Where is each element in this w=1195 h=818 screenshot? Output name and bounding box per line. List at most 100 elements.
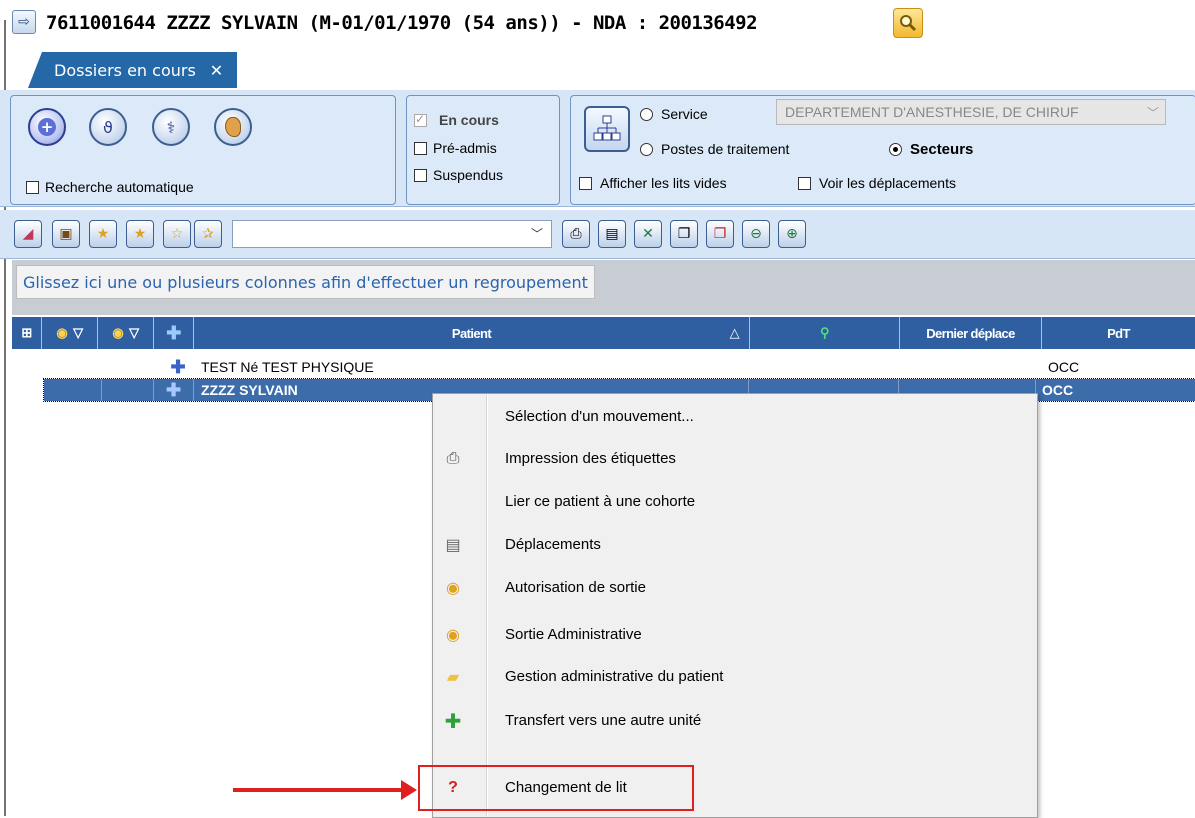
menu-item-label: Impression des étiquettes: [505, 450, 676, 467]
pre-admis-checkbox[interactable]: [414, 141, 427, 155]
sort-ascending-icon: △: [729, 325, 740, 340]
caduceus-button[interactable]: ⚕: [152, 108, 190, 146]
zoom-in-button[interactable]: ⊕: [778, 220, 806, 248]
navigate-button[interactable]: ⇨: [12, 10, 36, 34]
en-cours-label: En cours: [439, 112, 499, 128]
org-chart-icon: [593, 115, 621, 141]
exit-icon: ◉: [56, 325, 68, 340]
postes-label: Postes de traitement: [661, 141, 790, 157]
suspendus-checkbox[interactable]: [414, 168, 427, 182]
suspendus-option[interactable]: Suspendus: [414, 167, 503, 183]
column-pdt[interactable]: PdT: [1042, 317, 1195, 349]
tab-dossiers-en-cours[interactable]: Dossiers en cours ✕: [28, 52, 238, 88]
menu-item-label: Gestion administrative du patient: [505, 668, 724, 685]
star-remove-icon: ★: [133, 226, 147, 242]
transfer-plus-icon[interactable]: ✚: [154, 379, 194, 401]
favorite-remove-button[interactable]: ★: [126, 220, 154, 248]
organization-button[interactable]: [584, 106, 630, 152]
empty-beds-option[interactable]: Afficher les lits vides: [579, 175, 727, 191]
service-radio[interactable]: [640, 107, 653, 121]
delete-copy-button[interactable]: ❐: [706, 220, 734, 248]
column-chooser-icon[interactable]: ⊞: [12, 317, 42, 349]
zoom-out-icon: ⊖: [750, 226, 762, 242]
annotation-arrow-head: [401, 780, 417, 800]
secteurs-label: Secteurs: [910, 141, 974, 158]
copy-button[interactable]: ❐: [670, 220, 698, 248]
menu-item-label: Sélection d'un mouvement...: [505, 408, 694, 425]
table-row[interactable]: ✚ TEST Né TEST PHYSIQUE OCC: [12, 356, 1195, 378]
service-select[interactable]: DEPARTEMENT D'ANESTHESIE, DE CHIRUF ﹀: [776, 99, 1166, 125]
folder-icon: ▰: [446, 669, 460, 686]
ear-button[interactable]: [214, 108, 252, 146]
postes-option[interactable]: Postes de traitement: [640, 141, 789, 157]
moves-checkbox[interactable]: [798, 176, 811, 190]
patient-search-button[interactable]: [893, 8, 923, 38]
pre-admis-label: Pré-admis: [433, 140, 497, 156]
chevron-down-icon: ﹀: [530, 227, 543, 241]
upload-box-icon: ▣: [59, 226, 73, 242]
menu-item-autorisation-sortie[interactable]: ◉ Autorisation de sortie: [433, 567, 1035, 609]
zoom-in-icon: ⊕: [786, 226, 798, 242]
favorite-select-button[interactable]: ✰: [194, 220, 222, 248]
filter-icon: ▽: [73, 325, 83, 340]
moves-option[interactable]: Voir les déplacements: [798, 175, 956, 191]
menu-item-gestion-administrative[interactable]: ▰ Gestion administrative du patient: [433, 656, 1035, 698]
column-exit-filter[interactable]: ◉ ▽: [42, 317, 98, 349]
close-tab-icon[interactable]: ✕: [210, 61, 223, 80]
add-patient-button[interactable]: +: [28, 108, 66, 146]
green-plus-icon: ✚: [444, 710, 462, 733]
eraser-button[interactable]: ◢: [14, 220, 42, 248]
service-label: Service: [661, 106, 708, 122]
admin-exit-icon: ◉: [446, 627, 460, 644]
document-icon: ▤: [605, 226, 619, 242]
menu-item-selection-mouvement[interactable]: Sélection d'un mouvement...: [433, 396, 1035, 438]
column-patient[interactable]: Patient △: [194, 317, 750, 349]
menu-item-deplacements[interactable]: ▤ Déplacements: [433, 524, 1035, 566]
secteurs-option[interactable]: Secteurs: [889, 141, 973, 158]
secteurs-radio[interactable]: [889, 143, 902, 156]
zoom-out-button[interactable]: ⊖: [742, 220, 770, 248]
patient-title: 7611001644 ZZZZ SYLVAIN (M-01/01/1970 (5…: [46, 12, 758, 34]
document-button[interactable]: ▤: [598, 220, 626, 248]
auto-search-checkbox[interactable]: [26, 180, 39, 194]
person-icon: ⚲: [820, 325, 830, 340]
transfer-plus-icon[interactable]: ✚: [160, 356, 196, 378]
view-selector[interactable]: ﹀: [232, 220, 552, 248]
en-cours-checkbox[interactable]: [414, 112, 427, 127]
annotation-arrow-line: [233, 788, 403, 792]
menu-item-transfert[interactable]: ✚ Transfert vers une autre unité: [433, 700, 1035, 742]
document-icon: ▤: [445, 537, 461, 554]
column-pdt-label: PdT: [1107, 325, 1130, 341]
column-patient-label: Patient: [451, 325, 492, 341]
service-option[interactable]: Service: [640, 106, 708, 122]
excel-icon: ✕: [642, 226, 654, 242]
suspendus-label: Suspendus: [433, 167, 504, 183]
filter-icon: ▽: [129, 325, 139, 340]
excel-button[interactable]: ✕: [634, 220, 662, 248]
pre-admis-option[interactable]: Pré-admis: [414, 140, 497, 156]
menu-item-sortie-administrative[interactable]: ◉ Sortie Administrative: [433, 614, 1035, 656]
postes-radio[interactable]: [640, 142, 653, 156]
column-transfer[interactable]: ✚: [154, 317, 194, 349]
favorite-add-button[interactable]: ★: [89, 220, 117, 248]
patient-name: TEST Né TEST PHYSIQUE: [201, 359, 374, 375]
moves-label: Voir les déplacements: [819, 175, 956, 191]
column-person[interactable]: ⚲: [750, 317, 900, 349]
row-cell: [102, 379, 154, 401]
printer-icon: ⎙: [570, 226, 582, 242]
export-button[interactable]: ▣: [52, 220, 80, 248]
print-button[interactable]: ⎙: [562, 220, 590, 248]
auto-search-option[interactable]: Recherche automatique: [26, 179, 194, 195]
stethoscope-button[interactable]: ϑ: [89, 108, 127, 146]
menu-item-impression-etiquettes[interactable]: ⎙ Impression des étiquettes: [433, 438, 1035, 480]
magnifier-icon: [900, 15, 917, 32]
column-admin-exit-filter[interactable]: ◉ ▽: [98, 317, 154, 349]
chevron-down-icon: ﹀: [1146, 106, 1159, 120]
en-cours-option[interactable]: En cours: [414, 112, 499, 128]
menu-item-label: Lier ce patient à une cohorte: [505, 493, 696, 510]
favorite-edit-button[interactable]: ☆: [163, 220, 191, 248]
column-last-move[interactable]: Dernier déplace: [900, 317, 1042, 349]
menu-item-lier-cohorte[interactable]: Lier ce patient à une cohorte: [433, 481, 1035, 523]
group-hint: Glissez ici une ou plusieurs colonnes af…: [16, 265, 595, 299]
empty-beds-checkbox[interactable]: [579, 176, 592, 190]
